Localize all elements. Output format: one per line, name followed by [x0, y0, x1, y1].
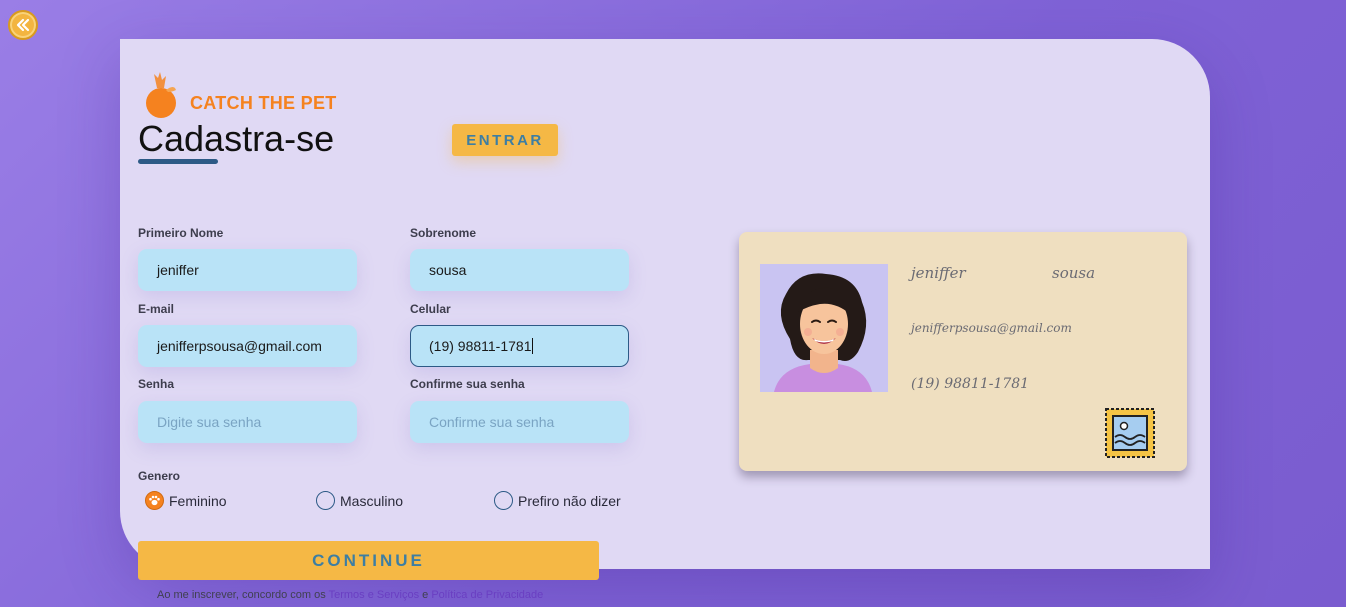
login-button[interactable]: ENTRAR — [452, 124, 558, 156]
gender-option-masculino[interactable]: Masculino — [316, 491, 403, 510]
terms-conjunction: e — [422, 589, 429, 601]
terms-prefix: Ao me inscrever, concordo com os — [157, 589, 326, 601]
text-caret — [532, 338, 534, 354]
id-card-preview: jeniffer sousa jenifferpsousa@gmail.com … — [739, 232, 1187, 471]
radio-checked[interactable] — [145, 491, 164, 510]
privacy-link[interactable]: Política de Privacidade — [431, 589, 543, 601]
first-name-input[interactable]: jeniffer — [138, 249, 357, 291]
stamp — [1104, 407, 1156, 464]
last-name-value: sousa — [429, 262, 467, 278]
back-button[interactable] — [8, 10, 38, 40]
email-input[interactable]: jenifferpsousa@gmail.com — [138, 325, 357, 367]
gender-label: Genero — [138, 469, 181, 483]
avatar — [760, 264, 888, 392]
password-placeholder: Digite sua senha — [157, 414, 262, 430]
postage-stamp-icon — [1105, 408, 1155, 458]
paw-icon — [149, 495, 160, 506]
password-label: Senha — [138, 377, 175, 391]
gender-option-label: Masculino — [340, 492, 404, 509]
email-value: jenifferpsousa@gmail.com — [157, 338, 322, 354]
card-last-name: sousa — [1052, 264, 1096, 282]
gender-option-label: Prefiro não dizer — [518, 492, 621, 509]
last-name-input[interactable]: sousa — [410, 249, 629, 291]
gender-option-label: Feminino — [169, 492, 227, 509]
first-name-value: jeniffer — [157, 262, 199, 278]
confirm-password-label: Confirme sua senha — [410, 377, 525, 391]
continue-button[interactable]: CONTINUE — [138, 541, 599, 580]
gender-option-feminino[interactable]: Feminino — [145, 491, 227, 510]
card-phone: (19) 98811-1781 — [911, 376, 1030, 392]
phone-label: Celular — [410, 302, 451, 316]
terms-text: Ao me inscrever, concordo com os Termos … — [157, 589, 543, 601]
confirm-password-placeholder: Confirme sua senha — [429, 414, 555, 430]
phone-input[interactable]: (19) 98811-1781 — [410, 325, 629, 367]
password-input[interactable]: Digite sua senha — [138, 401, 357, 443]
confirm-password-input[interactable]: Confirme sua senha — [410, 401, 629, 443]
card-email: jenifferpsousa@gmail.com — [911, 321, 1072, 335]
phone-value: (19) 98811-1781 — [429, 338, 532, 354]
card-first-name: jeniffer — [911, 264, 966, 282]
double-chevron-left-icon — [16, 18, 30, 32]
gender-option-prefer-not[interactable]: Prefiro não dizer — [494, 491, 621, 510]
pet-logo-icon — [146, 72, 176, 118]
email-label: E-mail — [138, 302, 175, 316]
first-name-label: Primeiro Nome — [138, 226, 224, 240]
brand: CATCH THE PET — [144, 70, 337, 120]
user-avatar-illustration — [760, 264, 888, 392]
last-name-label: Sobrenome — [410, 226, 477, 240]
radio-unchecked[interactable] — [316, 491, 335, 510]
title-underline — [138, 159, 218, 164]
brand-name: CATCH THE PET — [190, 93, 337, 113]
terms-link[interactable]: Termos e Serviços — [329, 589, 419, 601]
radio-unchecked[interactable] — [494, 491, 513, 510]
page-title: Cadastra-se — [138, 118, 335, 159]
